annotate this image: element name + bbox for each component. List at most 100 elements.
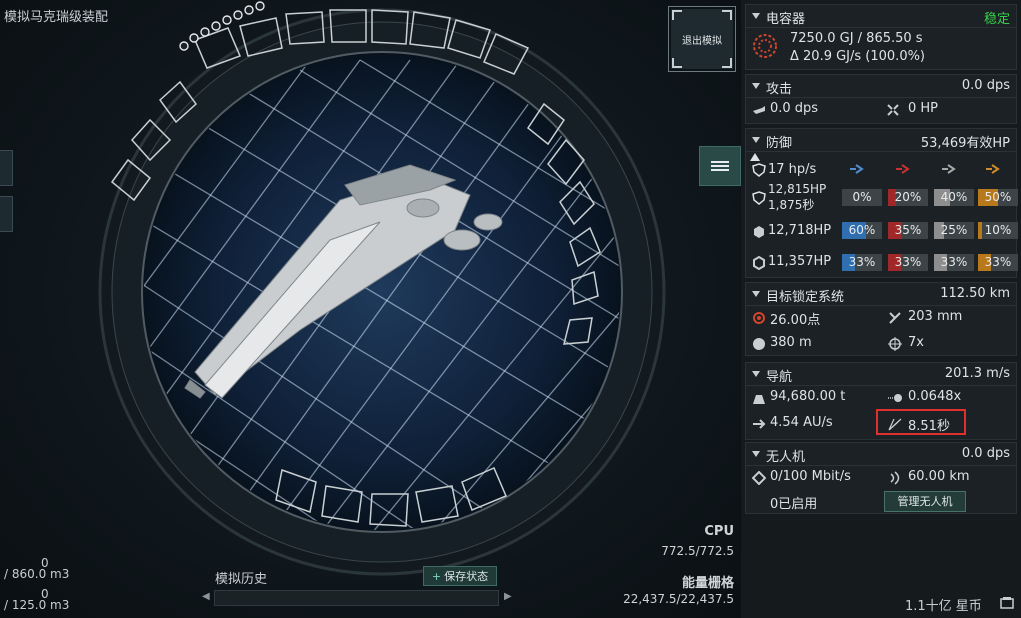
side-tab-collapse[interactable] [0, 150, 13, 186]
plus-icon: + [431, 569, 442, 583]
bandwidth-icon [752, 471, 766, 485]
shield-thermal-resist: 20% [888, 189, 928, 206]
navigation-header[interactable]: 导航 201.3 m/s [746, 363, 1016, 386]
defense-section: 防御 53,469有效HP 17 hp/s 12,815HP 1,875秒 0%… [745, 128, 1018, 278]
shield-explosive-resist: 50% [978, 189, 1018, 206]
shield-kinetic-resist-value: 40% [940, 190, 968, 204]
control-range-icon [890, 471, 900, 485]
targeting-header[interactable]: 目标锁定系统 112.50 km [746, 283, 1016, 306]
fitting-ring-graphic [98, 1, 666, 576]
offense-value: 0.0 dps [961, 78, 1010, 93]
hull-explosive-resist-value: 33% [984, 255, 1012, 269]
history-next-icon[interactable]: ▶ [504, 591, 512, 602]
navigation-title: 导航 [766, 370, 793, 385]
drones-header[interactable]: 无人机 0.0 dps [746, 443, 1016, 466]
defense-regen: 17 hp/s [768, 162, 817, 177]
offense-title: 攻击 [766, 82, 793, 97]
corner-marker [672, 10, 682, 20]
capacitor-delta: Δ 20.9 GJ/s (100.0%) [790, 49, 926, 64]
regen-arrow-icon [750, 153, 760, 161]
shield-explosive-resist-value: 50% [984, 190, 1012, 204]
capacitor-status: 稳定 [983, 12, 1010, 27]
repair-icon [887, 104, 899, 116]
scan-resolution: 203 mm [908, 309, 963, 324]
capacitor-header[interactable]: 电容器 稳定 [746, 5, 1016, 28]
targeting-value: 112.50 km [940, 286, 1010, 301]
history-prev-icon[interactable]: ◀ [202, 591, 210, 602]
em-damage-icon [850, 164, 864, 174]
wallet-icon[interactable] [1000, 596, 1014, 610]
cpu-value: 772.5/772.5 [661, 544, 734, 558]
armor-em-resist: 60% [842, 222, 882, 239]
sensor-strength: 26.00点 [770, 313, 821, 328]
shield-icon [752, 163, 766, 177]
defense-value: 53,469有效HP [920, 136, 1010, 151]
drones-title: 无人机 [766, 450, 806, 465]
scan-resolution-icon [889, 312, 901, 324]
collapse-icon [752, 371, 760, 377]
turret-dps: 0.0 dps [770, 101, 819, 116]
corner-marker [722, 58, 732, 68]
offense-section: 攻击 0.0 dps 0.0 dps 0 HP [745, 74, 1017, 124]
powergrid-label: 能量栅格 [681, 576, 734, 591]
capacitor-section: 电容器 稳定 7250.0 GJ / 865.50 s Δ 20.9 GJ/s … [745, 4, 1017, 70]
explosive-damage-icon [986, 164, 1000, 174]
manage-drones-button[interactable]: 管理无人机 [884, 491, 966, 512]
collapse-icon [752, 13, 760, 19]
navigation-value: 201.3 m/s [944, 366, 1010, 381]
hull-kinetic-resist: 33% [934, 254, 974, 271]
collapse-icon [752, 291, 760, 297]
capacitor-amount: 7250.0 GJ / 865.50 s [790, 31, 923, 46]
max-targets: 7x [908, 335, 924, 350]
hull-thermal-resist: 33% [888, 254, 928, 271]
shield-time: 1,875秒 [768, 198, 815, 212]
signature-radius-icon [753, 338, 765, 350]
agility-icon [888, 394, 902, 402]
defense-header[interactable]: 防御 53,469有效HP [746, 129, 1016, 152]
ship-mass: 94,680.00 t [770, 389, 846, 404]
capacitor-icon [753, 34, 777, 58]
sensor-strength-icon [753, 312, 765, 324]
warp-speed: 4.54 AU/s [770, 415, 833, 430]
armor-kinetic-resist: 25% [934, 222, 974, 239]
save-state-label: 保存状态 [444, 570, 489, 583]
armor-thermal-resist: 35% [888, 222, 928, 239]
armor-explosive-resist: 10% [978, 222, 1018, 239]
armor-hp: 12,718HP [768, 223, 832, 238]
armor-thermal-resist-value: 35% [894, 223, 922, 237]
shield-em-resist: 0% [842, 189, 882, 206]
powergrid-value: 22,437.5/22,437.5 [623, 592, 734, 606]
drones-section: 无人机 0.0 dps 0/100 Mbit/s 60.00 km 0已启用 管… [745, 442, 1017, 514]
save-state-button[interactable]: + 保存状态 [423, 566, 497, 586]
repair-amount: 0 HP [908, 101, 939, 116]
inertia-modifier: 0.0648x [908, 389, 962, 404]
exit-simulation-button[interactable]: 退出模拟 [668, 6, 736, 72]
armor-explosive-resist-fill [978, 222, 982, 239]
corner-marker [672, 58, 682, 68]
defense-title: 防御 [766, 136, 793, 151]
mass-icon [753, 395, 765, 404]
crosshair-icon [888, 337, 902, 351]
stats-panel-toggle-button[interactable] [699, 146, 741, 186]
shield-em-resist-value: 0% [852, 190, 872, 204]
corner-marker [722, 10, 732, 20]
side-tab-module[interactable] [0, 196, 13, 232]
history-scrollbar[interactable] [214, 590, 499, 606]
shield-thermal-resist-value: 20% [894, 190, 922, 204]
offense-header[interactable]: 攻击 0.0 dps [746, 75, 1016, 98]
armor-kinetic-resist-value: 25% [940, 223, 968, 237]
exit-simulation-label: 退出模拟 [682, 35, 722, 47]
drones-active: 0已启用 [770, 497, 818, 512]
turret-icon [753, 106, 765, 114]
hull-hp: 11,357HP [768, 254, 832, 269]
hull-icon [753, 256, 765, 270]
armor-em-resist-value: 60% [848, 223, 876, 237]
capacitor-title: 电容器 [766, 12, 806, 27]
navigation-section: 导航 201.3 m/s 94,680.00 t 0.0648x 4.54 AU… [745, 362, 1017, 440]
signature-radius: 380 m [770, 335, 812, 350]
align-time-highlight [876, 409, 966, 435]
stats-panel: 电容器 稳定 7250.0 GJ / 865.50 s Δ 20.9 GJ/s … [741, 0, 1021, 618]
shield-kinetic-resist: 40% [934, 189, 974, 206]
thermal-damage-icon [896, 164, 910, 174]
window-title: 模拟马克瑞级装配 [4, 10, 109, 25]
